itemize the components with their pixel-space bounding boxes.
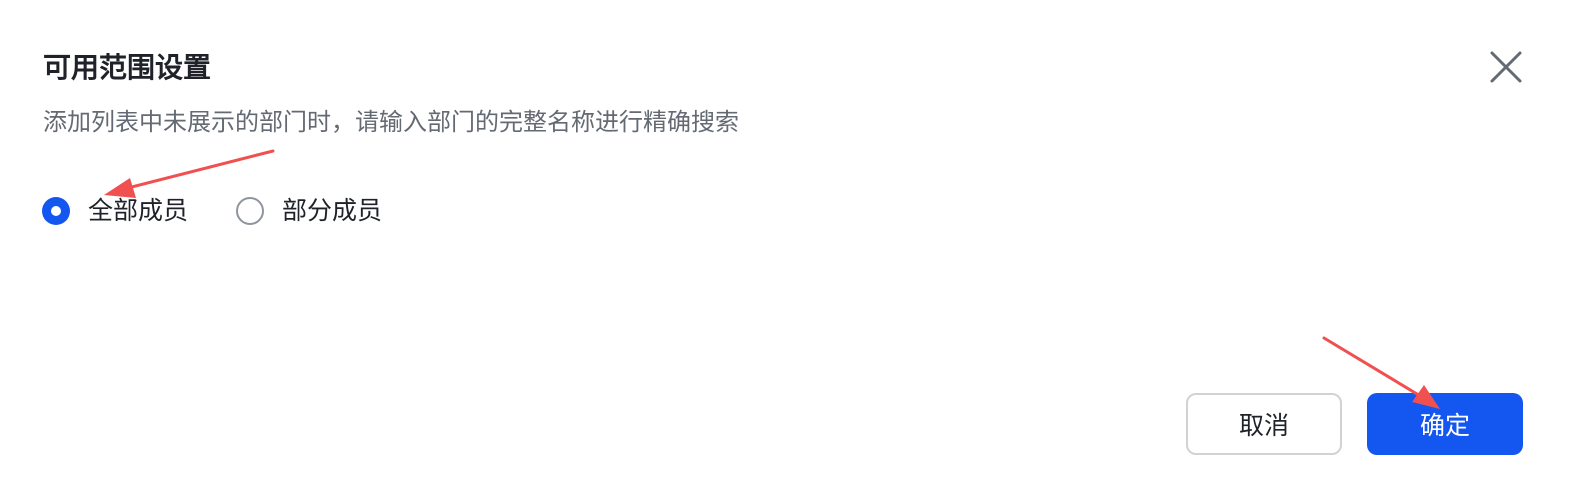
scope-radio-group: 全部成员 部分成员: [42, 192, 430, 230]
cancel-button[interactable]: 取消: [1186, 393, 1342, 455]
annotation-arrow-icon: [104, 149, 275, 198]
confirm-button[interactable]: 确定: [1367, 393, 1523, 455]
radio-option-some-members[interactable]: 部分成员: [236, 192, 382, 230]
radio-option-all-members[interactable]: 全部成员: [42, 192, 188, 230]
dialog-subtitle: 添加列表中未展示的部门时，请输入部门的完整名称进行精确搜索: [43, 108, 739, 136]
close-icon: [1490, 51, 1522, 83]
radio-label-some-members: 部分成员: [282, 196, 383, 225]
close-button[interactable]: [1486, 47, 1526, 87]
radio-label-all-members: 全部成员: [88, 196, 189, 225]
radio-checked-icon[interactable]: [42, 197, 70, 225]
scope-settings-dialog: 可用范围设置 添加列表中未展示的部门时，请输入部门的完整名称进行精确搜索 全部成…: [0, 0, 1592, 504]
radio-unchecked-icon[interactable]: [236, 197, 265, 225]
dialog-title: 可用范围设置: [43, 51, 212, 84]
annotation-overlay: [104, 149, 1440, 409]
